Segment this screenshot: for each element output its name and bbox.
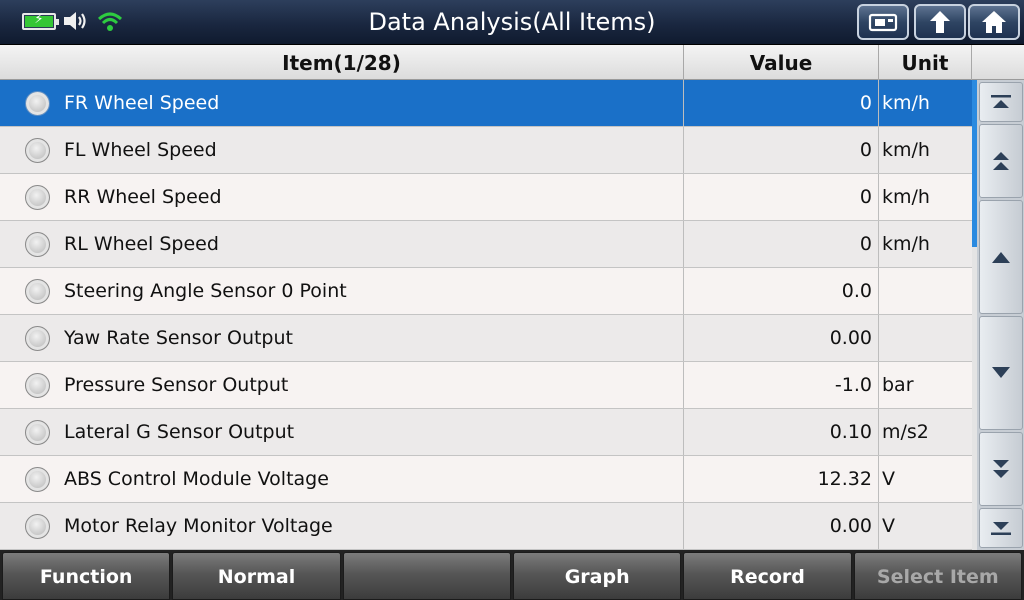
radio-icon[interactable] (25, 325, 50, 351)
normal-button[interactable]: Normal (172, 552, 341, 600)
row-value: 0 (684, 127, 879, 173)
scroll-bottom-icon (991, 522, 1011, 535)
row-label: Motor Relay Monitor Voltage (64, 515, 333, 537)
column-header-value[interactable]: Value (684, 45, 879, 80)
row-label: Lateral G Sensor Output (64, 421, 295, 443)
row-label: Steering Angle Sensor 0 Point (64, 280, 347, 302)
radio-icon[interactable] (25, 231, 50, 257)
row-unit: m/s2 (882, 421, 929, 443)
title-bar: ⚡ Data Analysis(All Items) (0, 0, 1024, 45)
bottom-toolbar: Function Normal Graph Record Select Item (0, 550, 1024, 600)
page-up-icon (993, 152, 1009, 170)
row-unit: bar (882, 374, 914, 396)
table-row[interactable]: Lateral G Sensor Output 0.10 m/s2 (0, 409, 972, 456)
row-value: 0 (684, 80, 879, 126)
graph-button[interactable]: Graph (512, 552, 682, 600)
header-corner (972, 45, 1024, 80)
radio-icon[interactable] (25, 419, 50, 445)
line-up-button[interactable] (979, 200, 1023, 314)
function-button[interactable]: Function (2, 552, 171, 600)
radio-icon[interactable] (25, 466, 50, 492)
row-value: 0 (684, 221, 879, 267)
row-value: 0.00 (684, 315, 879, 361)
table-row[interactable]: ABS Control Module Voltage 12.32 V (0, 456, 972, 503)
scroll-bottom-button[interactable] (979, 508, 1023, 548)
scroll-top-icon (991, 95, 1011, 108)
home-button[interactable] (968, 4, 1020, 40)
row-unit: V (882, 515, 895, 537)
row-unit (879, 268, 972, 314)
back-icon (930, 11, 950, 33)
table-row[interactable]: Yaw Rate Sensor Output 0.00 (0, 315, 972, 362)
row-label: Yaw Rate Sensor Output (64, 327, 293, 349)
row-value: -1.0 (684, 362, 879, 408)
row-label: ABS Control Module Voltage (64, 468, 329, 490)
radio-icon[interactable] (25, 90, 50, 116)
table-row[interactable]: FR Wheel Speed 0 km/h (0, 80, 972, 127)
radio-icon[interactable] (25, 278, 50, 304)
empty-button (342, 552, 511, 600)
line-down-button[interactable] (979, 316, 1023, 430)
row-label: FR Wheel Speed (64, 92, 220, 114)
data-list: FR Wheel Speed 0 km/h FL Wheel Speed 0 k… (0, 80, 972, 550)
row-unit: km/h (882, 233, 930, 255)
radio-icon[interactable] (25, 372, 50, 398)
row-unit: km/h (882, 92, 930, 114)
back-button[interactable] (914, 4, 966, 40)
page-down-button[interactable] (979, 432, 1023, 506)
print-icon (868, 13, 898, 32)
record-button[interactable]: Record (683, 552, 852, 600)
row-value: 0.00 (684, 503, 879, 549)
row-unit (879, 315, 972, 361)
row-unit: km/h (882, 139, 930, 161)
page-down-icon (993, 460, 1009, 478)
column-header-item[interactable]: Item(1/28) (0, 45, 684, 80)
arrow-down-icon (992, 367, 1010, 378)
table-header: Item(1/28) Value Unit (0, 45, 972, 80)
row-value: 12.32 (684, 456, 879, 502)
radio-icon[interactable] (25, 137, 50, 163)
row-label: RL Wheel Speed (64, 233, 219, 255)
table-row[interactable]: RR Wheel Speed 0 km/h (0, 174, 972, 221)
table-row[interactable]: Steering Angle Sensor 0 Point 0.0 (0, 268, 972, 315)
row-label: RR Wheel Speed (64, 186, 222, 208)
table-row[interactable]: Motor Relay Monitor Voltage 0.00 V (0, 503, 972, 550)
scroll-panel (977, 80, 1024, 550)
row-value: 0.10 (684, 409, 879, 455)
print-button[interactable] (857, 4, 909, 40)
table-row[interactable]: Pressure Sensor Output -1.0 bar (0, 362, 972, 409)
table-row[interactable]: RL Wheel Speed 0 km/h (0, 221, 972, 268)
radio-icon[interactable] (25, 184, 50, 210)
row-unit: V (882, 468, 895, 490)
select-item-button[interactable]: Select Item (853, 552, 1022, 600)
row-label: Pressure Sensor Output (64, 374, 289, 396)
row-label: FL Wheel Speed (64, 139, 217, 161)
scroll-top-button[interactable] (979, 82, 1023, 122)
row-value: 0.0 (684, 268, 879, 314)
column-header-unit[interactable]: Unit (879, 45, 972, 80)
arrow-up-icon (992, 252, 1010, 263)
row-unit: km/h (882, 186, 930, 208)
home-icon (982, 11, 1006, 33)
page-up-button[interactable] (979, 124, 1023, 198)
row-value: 0 (684, 174, 879, 220)
table-row[interactable]: FL Wheel Speed 0 km/h (0, 127, 972, 174)
radio-icon[interactable] (25, 513, 50, 539)
